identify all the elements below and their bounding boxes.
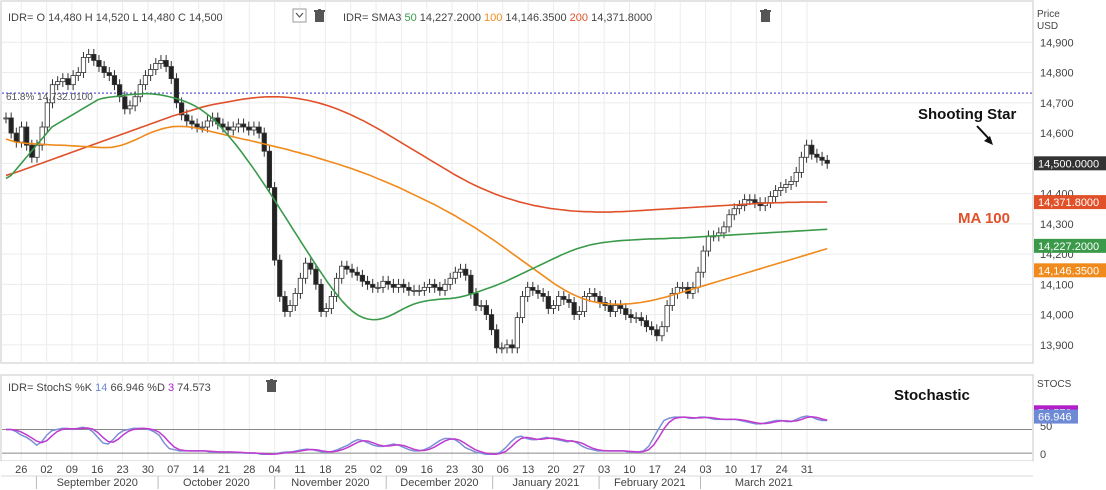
stochastic-label: Stochastic (894, 387, 970, 404)
date-tick-label: 24 (775, 464, 787, 476)
legend-close: 14,500 (189, 12, 223, 24)
sma-legend-symbol: IDR= SMA3 (343, 12, 401, 24)
sma100-value: 14,146.3500 (505, 12, 566, 24)
month-label: January 2021 (513, 477, 580, 489)
sma200-period: 200 (570, 12, 588, 24)
date-tick-label: 28 (243, 464, 255, 476)
date-tick-label: 30 (142, 464, 154, 476)
date-tick-label: 24 (674, 464, 686, 476)
stoch-tick-label: 0 (1040, 449, 1046, 461)
sma100-period: 100 (484, 12, 502, 24)
price-tick-label: 14,100 (1040, 279, 1074, 291)
month-label: February 2021 (614, 477, 686, 489)
legend-low: 14,480 (141, 12, 175, 24)
candle (271, 182, 278, 266)
price-axis-unit: USD (1037, 21, 1058, 32)
month-label: March 2021 (735, 477, 793, 489)
price-tick-label: 13,900 (1040, 340, 1074, 352)
date-tick-label: 02 (370, 464, 382, 476)
date-tick-label: 23 (446, 464, 458, 476)
date-tick-label: 02 (40, 464, 52, 476)
svg-text:14,371.8000: 14,371.8000 (1038, 197, 1099, 209)
date-tick-label: 10 (725, 464, 737, 476)
chevron-down-icon[interactable] (292, 8, 307, 23)
svg-text:14,500.0000: 14,500.0000 (1038, 158, 1099, 170)
stoch-badge: 66.946 (1034, 409, 1078, 424)
ma100-label: MA 100 (958, 210, 1010, 227)
price-tick-label: 14,600 (1040, 128, 1074, 140)
stoch-axis-title: STOCS (1037, 379, 1072, 390)
date-tick-label: 17 (750, 464, 762, 476)
date-tick-label: 03 (699, 464, 711, 476)
date-tick-label: 18 (319, 464, 331, 476)
shooting-star-label: Shooting Star (918, 106, 1016, 123)
stoch-k-period: 14 (95, 382, 107, 394)
sma50-value: 14,227.2000 (420, 12, 481, 24)
trash-icon[interactable] (760, 9, 771, 22)
date-tick-label: 11 (294, 464, 305, 476)
price-badge: 14,227.2000 (1034, 238, 1106, 253)
date-tick-label: 07 (167, 464, 179, 476)
svg-text:14,146.3500: 14,146.3500 (1038, 265, 1099, 277)
chart-canvas: 26 02 09 16 23 30 07 14 21 28 04 11 18 25 02 09 16 23 30 06… (0, 0, 1106, 489)
stoch-k-value: 66.946 (110, 382, 144, 394)
date-tick-label: 30 (471, 464, 483, 476)
price-panel (0, 0, 1034, 364)
sma200-value: 14,371.8000 (591, 12, 652, 24)
date-tick-label: 21 (218, 464, 230, 476)
price-badge: 14,500.0000 (1034, 156, 1106, 171)
date-tick-label: 10 (623, 464, 635, 476)
date-tick-label: 25 (345, 464, 357, 476)
candle (173, 73, 180, 109)
legend-symbol: IDR= (8, 12, 33, 24)
svg-text:IDR= SMA3 50 14,227.2000 10: IDR= SMA3 50 14,227.2000 100 14,146.3500… (343, 12, 652, 24)
price-badge: 14,146.3500 (1034, 263, 1106, 278)
price-tick-label: 14,000 (1040, 310, 1074, 322)
date-tick-label: 06 (497, 464, 509, 476)
fib-label: 61.8% 14,732.0100 (6, 92, 93, 103)
trash-icon[interactable] (266, 379, 277, 392)
date-tick-label: 31 (801, 464, 813, 476)
date-tick-label: 09 (395, 464, 407, 476)
month-label: November 2020 (291, 477, 369, 489)
svg-text:IDR= O 14,480 H 14,520 L 14,: IDR= O 14,480 H 14,520 L 14,480 C 14,500 (8, 12, 223, 24)
candle (277, 254, 283, 302)
date-tick-label: 13 (522, 464, 534, 476)
price-badge: 14,371.8000 (1034, 195, 1106, 210)
date-tick-label: 14 (193, 464, 205, 476)
svg-text:IDR= StochS %K 14 66.946 %D 3: IDR= StochS %K 14 66.946 %D 3 74.573 (8, 382, 211, 394)
date-tick-label: 04 (269, 464, 281, 476)
month-label: December 2020 (400, 477, 478, 489)
stoch-d-value: 74.573 (177, 382, 211, 394)
month-label: October 2020 (183, 477, 250, 489)
date-tick-label: 27 (573, 464, 585, 476)
price-tick-label: 14,900 (1040, 37, 1074, 49)
stoch-symbol: IDR= StochS (8, 382, 72, 394)
candle (514, 312, 520, 354)
price-tick-label: 14,300 (1040, 219, 1074, 231)
price-tick-label: 14,700 (1040, 98, 1074, 110)
date-tick-label: 16 (91, 464, 103, 476)
sma50-period: 50 (404, 12, 416, 24)
stoch-d-period: 3 (168, 382, 174, 394)
date-tick-label: 09 (66, 464, 78, 476)
candle (266, 145, 273, 193)
legend-high: 14,520 (96, 12, 130, 24)
price-axis-title: Price (1037, 9, 1060, 20)
date-tick-label: 16 (421, 464, 433, 476)
date-tick-label: 23 (116, 464, 128, 476)
svg-text:14,227.2000: 14,227.2000 (1038, 241, 1099, 253)
month-label: September 2020 (57, 477, 138, 489)
date-tick-label: 20 (547, 464, 559, 476)
date-tick-label: 03 (598, 464, 610, 476)
date-tick-label: 26 (15, 464, 27, 476)
date-tick-label: 17 (649, 464, 661, 476)
price-tick-label: 14,800 (1040, 68, 1074, 80)
candle (318, 278, 324, 318)
legend-open: 14,480 (48, 12, 82, 24)
svg-text:66.946: 66.946 (1038, 412, 1072, 424)
trash-icon[interactable] (314, 9, 325, 22)
